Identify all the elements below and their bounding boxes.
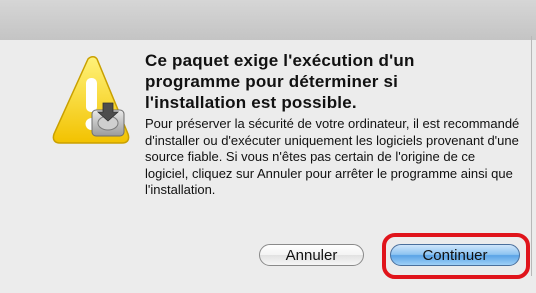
caution-installer-icon	[52, 56, 130, 144]
alert-heading: Ce paquet exige l'exécution d'un program…	[145, 51, 415, 112]
alert-message: Pour préserver la sécurité de votre ordi…	[145, 116, 520, 198]
sheet-edge	[531, 36, 532, 276]
cancel-button[interactable]: Annuler	[259, 244, 364, 266]
window-titlebar	[0, 0, 536, 40]
continue-button[interactable]: Continuer	[390, 244, 520, 266]
